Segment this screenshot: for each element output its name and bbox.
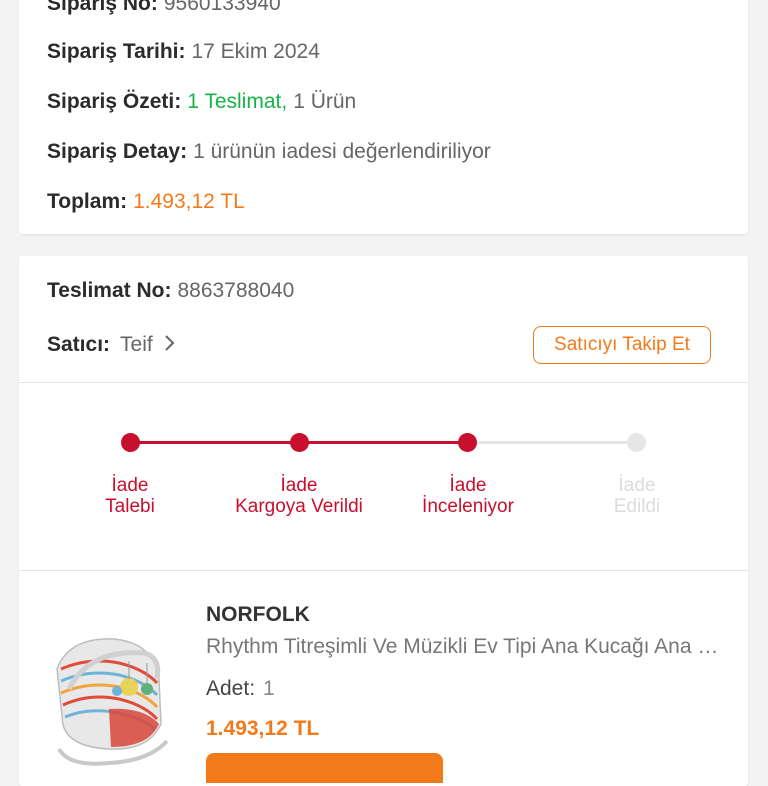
step-label-returned: İade Edildi <box>542 475 732 517</box>
order-date-row: Sipariş Tarihi: 17 Ekim 2024 <box>47 40 320 64</box>
order-date-value: 17 Ekim 2024 <box>191 40 320 63</box>
order-summary-card: Sipariş No: 9560133940 Sipariş Tarihi: 17 … <box>19 0 748 234</box>
order-date-label: Sipariş Tarihi: <box>47 40 186 63</box>
chevron-right-icon <box>164 335 174 351</box>
order-detail-row: Sipariş Detay: 1 ürünün iadesi değerlendi… <box>47 140 491 164</box>
product-image[interactable] <box>49 629 179 769</box>
divider <box>19 382 748 383</box>
order-summary-label: Sipariş Özeti: <box>47 90 182 113</box>
product-brand: NORFOLK <box>206 603 310 626</box>
delivery-card: Teslimat No: 8863788040 Satıcı: Teif Satıc… <box>19 256 748 786</box>
step-dot-inspecting <box>458 433 477 452</box>
step-label-shipped: İade Kargoya Verildi <box>204 475 394 517</box>
order-detail-label: Sipariş Detay: <box>47 140 188 163</box>
delivery-number-row: Teslimat No: 8863788040 <box>47 279 294 303</box>
product-quantity: Adet: 1 <box>206 677 275 701</box>
progress-line-1 <box>139 441 299 444</box>
delivery-number-value: 8863788040 <box>177 279 295 302</box>
step-label-line: Talebi <box>105 496 155 517</box>
step-label-line: İade <box>280 475 318 496</box>
product-item[interactable]: NORFOLK Rhythm Titreşimli Ve Müzikli Ev … <box>19 571 748 786</box>
product-price: 1.493,12 TL <box>206 717 320 740</box>
seller-name: Teif <box>120 333 153 356</box>
step-dot-shipped <box>290 433 309 452</box>
order-summary-row: Sipariş Özeti: 1 Teslimat, 1 Ürün <box>47 90 356 114</box>
step-label-line: İnceleniyor <box>422 496 514 517</box>
step-dot-returned <box>627 433 646 452</box>
product-action-button[interactable] <box>206 753 443 783</box>
quantity-label: Adet: <box>206 677 256 700</box>
step-label-return-request: İade Talebi <box>35 475 225 517</box>
step-label-line: Kargoya Verildi <box>235 496 363 517</box>
step-label-inspecting: İade İnceleniyor <box>373 475 563 517</box>
seller-link[interactable]: Satıcı: Teif <box>47 333 177 357</box>
order-number-label: Sipariş No: <box>47 0 158 15</box>
order-total-row: Toplam: 1.493,12 TL <box>47 190 245 214</box>
order-summary-items: 1 Ürün <box>293 90 357 113</box>
progress-line-3 <box>477 441 637 444</box>
order-total-label: Toplam: <box>47 190 128 213</box>
order-summary-delivery: 1 Teslimat, <box>187 90 288 113</box>
step-label-line: İade <box>618 475 656 496</box>
step-label-line: İade <box>111 475 149 496</box>
step-label-line: İade <box>449 475 487 496</box>
order-detail-value: 1 ürünün iadesi değerlendiriliyor <box>193 140 491 163</box>
order-total-value: 1.493,12 TL <box>133 190 245 213</box>
order-number-row: Sipariş No: 9560133940 <box>47 0 281 16</box>
seller-label: Satıcı: <box>47 333 111 356</box>
progress-line-2 <box>308 441 468 444</box>
order-number-value: 9560133940 <box>163 0 281 15</box>
delivery-number-label: Teslimat No: <box>47 279 172 302</box>
step-label-line: Edildi <box>613 496 661 517</box>
follow-seller-button[interactable]: Satıcıyı Takip Et <box>533 326 711 364</box>
quantity-value: 1 <box>263 677 275 700</box>
product-name[interactable]: Rhythm Titreşimli Ve Müzikli Ev Tipi Ana… <box>206 635 726 659</box>
step-dot-return-request <box>121 433 140 452</box>
